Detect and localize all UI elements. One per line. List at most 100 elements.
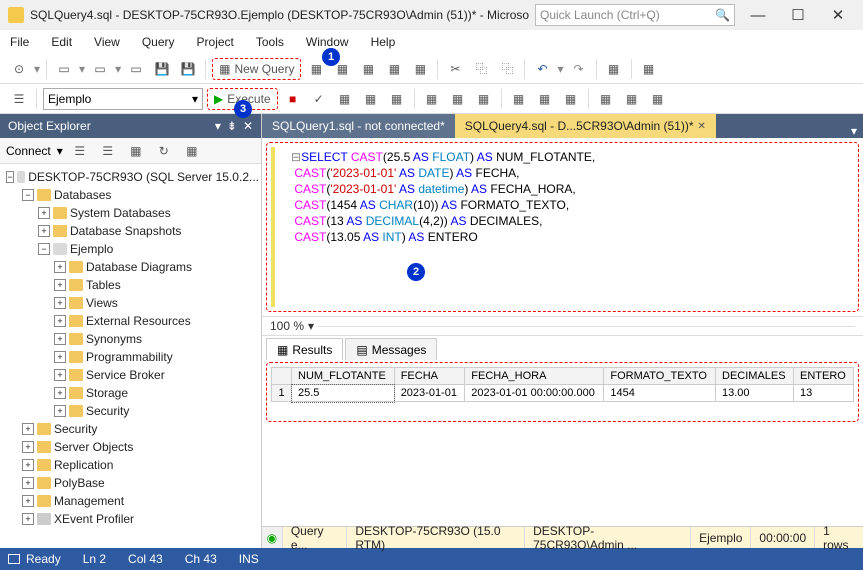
refresh-icon[interactable]: ↻	[153, 140, 175, 162]
menu-file[interactable]: File	[8, 33, 31, 51]
tb-icon-5[interactable]: ▦	[409, 58, 431, 80]
pin-icon[interactable]: ⇟	[227, 119, 237, 133]
col-formato-texto[interactable]: FORMATO_TEXTO	[604, 368, 716, 385]
save-icon[interactable]: 💾	[151, 58, 173, 80]
stop-icon[interactable]: ■	[282, 88, 304, 110]
tb2-icon-5[interactable]: ▦	[421, 88, 443, 110]
tab-close-icon[interactable]: ✕	[698, 121, 706, 132]
tree-syn[interactable]: Synonyms	[86, 332, 142, 346]
col-num-flotante[interactable]: NUM_FLOTANTE	[292, 368, 395, 385]
tb2-icon-7[interactable]: ▦	[473, 88, 495, 110]
tb-icon-4[interactable]: ▦	[383, 58, 405, 80]
copy-icon[interactable]: ⿻	[470, 58, 492, 80]
tb-icon-7[interactable]: ▦	[638, 58, 660, 80]
tree-tables[interactable]: Tables	[86, 278, 121, 292]
folder-icon[interactable]: ▭	[125, 58, 147, 80]
zoom-value[interactable]: 100 %	[270, 319, 304, 333]
tb2-icon-3[interactable]: ▦	[360, 88, 382, 110]
msg-icon: ▤	[356, 343, 367, 357]
table-row[interactable]: 1 25.5 2023-01-01 2023-01-01 00:00:00.00…	[272, 385, 854, 402]
parse-icon[interactable]: ✓	[308, 88, 330, 110]
object-tree[interactable]: −DESKTOP-75CR93O (SQL Server 15.0.2... −…	[0, 164, 261, 548]
tb2-icon-13[interactable]: ▦	[647, 88, 669, 110]
tree-xev[interactable]: XEvent Profiler	[54, 512, 134, 526]
tb2-icon-9[interactable]: ▦	[534, 88, 556, 110]
tree-sysdb[interactable]: System Databases	[70, 206, 171, 220]
menu-help[interactable]: Help	[369, 33, 398, 51]
cb-icon-2[interactable]: ☰	[97, 140, 119, 162]
tb-icon-6[interactable]: ▦	[603, 58, 625, 80]
messages-tab[interactable]: ▤Messages	[345, 338, 437, 360]
redo-icon[interactable]: ↷	[568, 58, 590, 80]
new-query-button[interactable]: ▦ New Query	[212, 58, 301, 80]
menu-query[interactable]: Query	[140, 33, 177, 51]
tree-mgmt[interactable]: Management	[54, 494, 124, 508]
menu-edit[interactable]: Edit	[49, 33, 74, 51]
tree-srvobj[interactable]: Server Objects	[54, 440, 133, 454]
cb-icon-1[interactable]: ☰	[69, 140, 91, 162]
open-icon[interactable]: ▭	[89, 58, 111, 80]
cell[interactable]: 1454	[604, 385, 716, 402]
results-tab[interactable]: ▦Results	[266, 338, 343, 360]
tree-poly[interactable]: PolyBase	[54, 476, 105, 490]
close-pane-icon[interactable]: ✕	[243, 119, 253, 133]
menu-project[interactable]: Project	[195, 33, 236, 51]
cell[interactable]: 25.5	[292, 385, 395, 402]
cell[interactable]: 2023-01-01	[394, 385, 465, 402]
menu-tools[interactable]: Tools	[254, 33, 286, 51]
connect-button[interactable]: Connect	[6, 144, 51, 158]
tree-ejemplo[interactable]: Ejemplo	[70, 242, 113, 256]
tree-databases[interactable]: Databases	[54, 188, 111, 202]
undo-icon[interactable]: ↶	[531, 58, 553, 80]
cell[interactable]: 13	[794, 385, 854, 402]
new-icon[interactable]: ▭	[53, 58, 75, 80]
col-decimales[interactable]: DECIMALES	[716, 368, 794, 385]
paste-icon[interactable]: ⿻	[496, 58, 518, 80]
cell[interactable]: 13.00	[716, 385, 794, 402]
tab-dropdown-icon[interactable]: ▾	[845, 124, 863, 138]
col-entero[interactable]: ENTERO	[794, 368, 854, 385]
quick-launch-input[interactable]: Quick Launch (Ctrl+Q) 🔍	[535, 4, 735, 26]
tree-sec[interactable]: Security	[86, 404, 129, 418]
cb-icon-4[interactable]: ▦	[181, 140, 203, 162]
tree-sec2[interactable]: Security	[54, 422, 97, 436]
tb2-icon-1[interactable]: ☰	[8, 88, 30, 110]
object-explorer-header: Object Explorer ▾ ⇟ ✕	[0, 114, 261, 138]
database-select[interactable]: Ejemplo ▾	[43, 88, 203, 110]
sql-editor[interactable]: 2 ⊟SELECT CAST(25.5 AS FLOAT) AS NUM_FLO…	[266, 142, 859, 312]
tree-server[interactable]: DESKTOP-75CR93O (SQL Server 15.0.2...	[28, 170, 259, 184]
tree-storage[interactable]: Storage	[86, 386, 128, 400]
tb2-icon-4[interactable]: ▦	[386, 88, 408, 110]
tree-diag[interactable]: Database Diagrams	[86, 260, 192, 274]
maximize-button[interactable]: ☐	[781, 3, 815, 27]
tree-ext[interactable]: External Resources	[86, 314, 191, 328]
close-button[interactable]: ✕	[821, 3, 855, 27]
dropdown-icon[interactable]: ▾	[215, 119, 221, 133]
col-fecha-hora[interactable]: FECHA_HORA	[465, 368, 604, 385]
cut-icon[interactable]: ✂	[444, 58, 466, 80]
tree-snap[interactable]: Database Snapshots	[70, 224, 181, 238]
tb2-icon-10[interactable]: ▦	[560, 88, 582, 110]
tree-prog[interactable]: Programmability	[86, 350, 173, 364]
back-icon[interactable]: ⊙	[8, 58, 30, 80]
tree-views[interactable]: Views	[86, 296, 118, 310]
tb-icon-3[interactable]: ▦	[357, 58, 379, 80]
tb2-icon-11[interactable]: ▦	[595, 88, 617, 110]
tb2-icon-6[interactable]: ▦	[447, 88, 469, 110]
saveall-icon[interactable]: 💾	[177, 58, 199, 80]
tab-sqlquery1[interactable]: SQLQuery1.sql - not connected*	[262, 114, 455, 138]
tb2-icon-2[interactable]: ▦	[334, 88, 356, 110]
tree-sb[interactable]: Service Broker	[86, 368, 165, 382]
minimize-button[interactable]: —	[741, 3, 775, 27]
new-query-label: New Query	[234, 62, 294, 76]
col-fecha[interactable]: FECHA	[394, 368, 465, 385]
results-grid[interactable]: NUM_FLOTANTE FECHA FECHA_HORA FORMATO_TE…	[266, 362, 859, 422]
tb2-icon-12[interactable]: ▦	[621, 88, 643, 110]
tb2-icon-8[interactable]: ▦	[508, 88, 530, 110]
tree-repl[interactable]: Replication	[54, 458, 113, 472]
menu-view[interactable]: View	[92, 33, 122, 51]
cb-icon-3[interactable]: ▦	[125, 140, 147, 162]
cell[interactable]: 2023-01-01 00:00:00.000	[465, 385, 604, 402]
toolbar-main: ⊙▾ ▭▾ ▭▾ ▭ 💾 💾 ▦ New Query 1 ▦ ▦ ▦ ▦ ▦ ✂…	[0, 54, 863, 84]
tab-sqlquery4[interactable]: SQLQuery4.sql - D...5CR93O\Admin (51))*✕	[455, 114, 716, 138]
